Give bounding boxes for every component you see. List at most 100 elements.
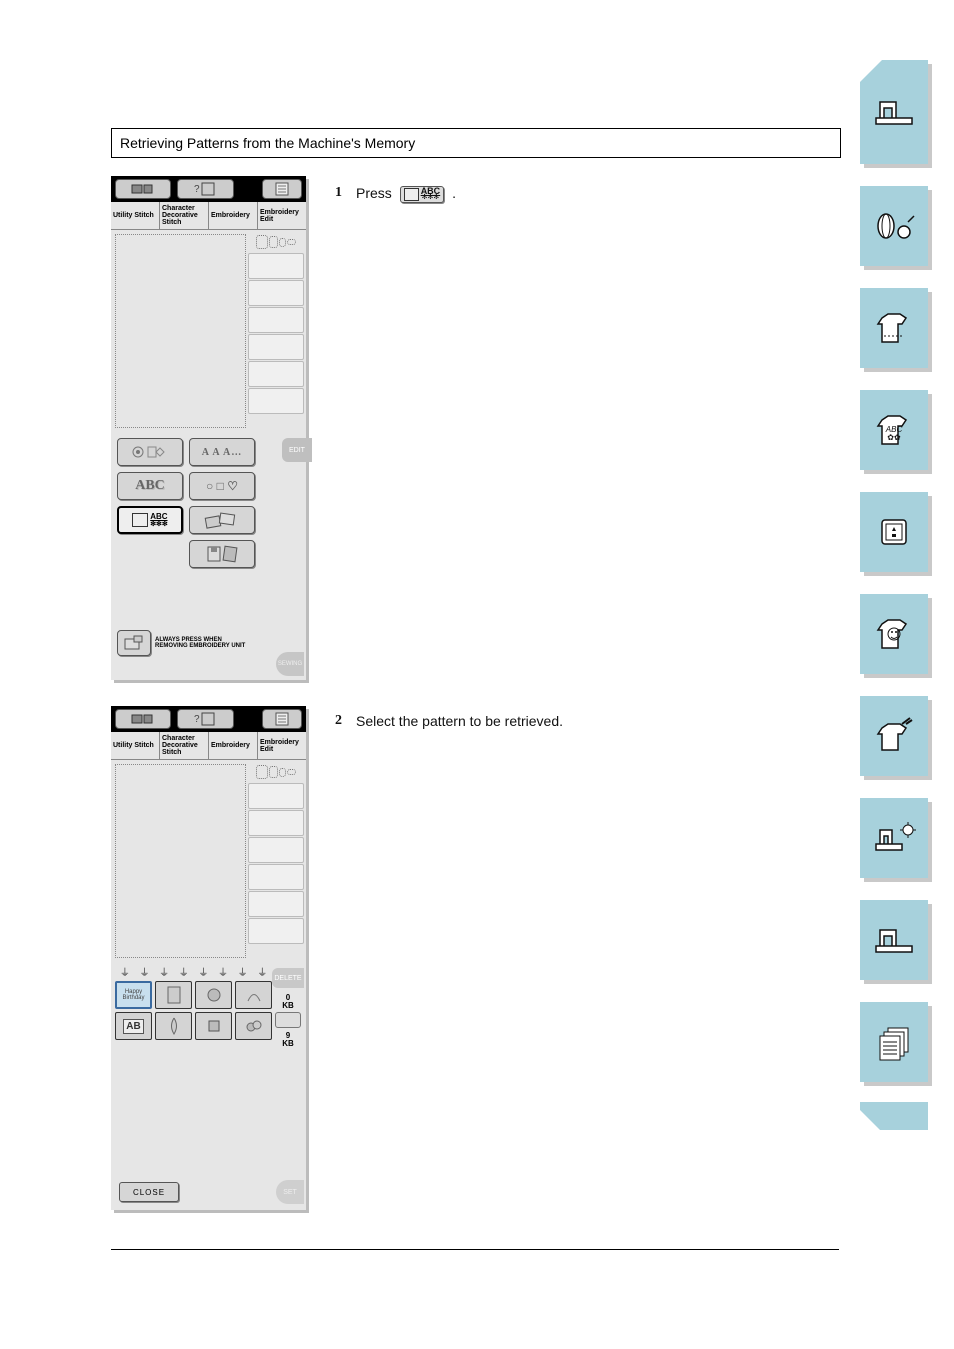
hanger-icon: ⏚ bbox=[218, 964, 228, 979]
tab-char-deco[interactable]: Character Decorative Stitch bbox=[160, 202, 209, 229]
category-abc-button[interactable]: ABC bbox=[117, 472, 183, 500]
thread-slot bbox=[248, 837, 304, 863]
tab-embroidery[interactable]: Embroidery bbox=[209, 202, 258, 229]
hanger-row: ⏚⏚ ⏚⏚ ⏚⏚ ⏚⏚ bbox=[115, 964, 272, 979]
tab-embroidery[interactable]: Embroidery bbox=[209, 732, 258, 759]
tab-char-deco[interactable]: Character Decorative Stitch bbox=[160, 732, 209, 759]
tab-embroidery-edit[interactable]: Embroidery Edit bbox=[258, 202, 306, 229]
set-button[interactable]: SET bbox=[276, 1180, 304, 1204]
page-icon bbox=[275, 712, 289, 726]
category-disk-button[interactable] bbox=[189, 540, 255, 568]
hoop-icon bbox=[269, 766, 278, 778]
category-cards-button[interactable] bbox=[189, 506, 255, 534]
hoop-selector[interactable] bbox=[248, 232, 304, 252]
category-memory-button[interactable]: ABC ✻✻✻ bbox=[117, 506, 183, 534]
preview-canvas bbox=[115, 764, 246, 958]
remove-unit-bar: ALWAYS PRESS WHEN REMOVING EMBROIDERY UN… bbox=[117, 630, 300, 656]
toolbar-btn-2[interactable]: ? bbox=[177, 179, 233, 199]
footer-rule bbox=[111, 1249, 839, 1250]
remove-unit-label: ALWAYS PRESS WHEN REMOVING EMBROIDERY UN… bbox=[155, 637, 255, 649]
chapter-tab-4[interactable]: ABC✿✿ bbox=[860, 390, 928, 470]
memory-thumb-4[interactable] bbox=[235, 981, 272, 1009]
memory-right-col: DELETE 0KB 9KB bbox=[272, 968, 304, 1048]
page-icon bbox=[275, 182, 289, 196]
pocket-icon bbox=[132, 513, 148, 527]
hoop-icon bbox=[256, 765, 268, 779]
chapter-tab-6[interactable] bbox=[860, 594, 928, 674]
chapter-tab-1[interactable] bbox=[860, 60, 928, 164]
memory-thumb-1[interactable]: Happy Birthday bbox=[115, 981, 152, 1009]
disk-icon bbox=[872, 512, 916, 552]
hanger-icon: ⏚ bbox=[159, 964, 169, 979]
svg-text:?: ? bbox=[194, 714, 200, 725]
thread-slot bbox=[248, 388, 304, 414]
memory-thumbnails: DELETE 0KB 9KB ⏚⏚ ⏚⏚ ⏚⏚ ⏚⏚ Happy Birthda… bbox=[111, 962, 306, 1044]
tab-utility-stitch[interactable]: Utility Stitch bbox=[111, 732, 160, 759]
hanger-icon: ⏚ bbox=[179, 964, 189, 979]
thumb-icon bbox=[166, 985, 182, 1005]
thread-slot bbox=[248, 334, 304, 360]
hanger-icon: ⏚ bbox=[120, 964, 130, 979]
toolbar-btn-1[interactable] bbox=[115, 179, 171, 199]
tab-embroidery-edit[interactable]: Embroidery Edit bbox=[258, 732, 306, 759]
chapter-tab-10[interactable] bbox=[860, 1002, 928, 1082]
category-floral-button[interactable] bbox=[117, 438, 183, 466]
hoop-icon bbox=[287, 239, 296, 245]
thread-slot bbox=[248, 361, 304, 387]
hanger-icon: ⏚ bbox=[238, 964, 248, 979]
toolbar-btn-3[interactable] bbox=[262, 709, 302, 729]
category-font-button[interactable]: A A A… bbox=[189, 438, 255, 466]
chapter-tab-2[interactable] bbox=[860, 186, 928, 266]
memory-thumb-8[interactable] bbox=[235, 1012, 272, 1040]
hoop-icon bbox=[279, 238, 286, 247]
decor-label: ✻✻✻ bbox=[422, 195, 440, 201]
category-shapes-button[interactable]: ○ □ ♡ bbox=[189, 472, 255, 500]
section-title: Retrieving Patterns from the Machine's M… bbox=[111, 128, 841, 158]
hanger-icon: ⏚ bbox=[257, 964, 267, 979]
chapter-tab-7[interactable] bbox=[860, 696, 928, 776]
thread-slot bbox=[248, 783, 304, 809]
delete-button[interactable]: DELETE bbox=[272, 968, 304, 988]
chapter-tab-8[interactable] bbox=[860, 798, 928, 878]
size-total: 9KB bbox=[272, 1032, 304, 1048]
thread-slot bbox=[248, 307, 304, 333]
memory-thumb-2[interactable] bbox=[155, 981, 192, 1009]
hoop-icon bbox=[269, 236, 278, 248]
presser-icon bbox=[132, 713, 154, 725]
edit-button[interactable]: EDIT bbox=[282, 438, 312, 462]
chapter-tab-5[interactable] bbox=[860, 492, 928, 572]
right-panel bbox=[248, 232, 304, 430]
floral-icon bbox=[130, 443, 170, 461]
memory-thumb-6[interactable] bbox=[155, 1012, 192, 1040]
memory-thumb-7[interactable] bbox=[195, 1012, 232, 1040]
tab-utility-stitch[interactable]: Utility Stitch bbox=[111, 202, 160, 229]
memory-thumb-3[interactable] bbox=[195, 981, 232, 1009]
memory-thumb-5[interactable]: AB bbox=[115, 1012, 152, 1040]
right-panel bbox=[248, 762, 304, 960]
help-icon: ? bbox=[194, 712, 216, 726]
pages-icon bbox=[872, 1022, 916, 1062]
chapter-tab-9[interactable] bbox=[860, 900, 928, 980]
preview-canvas bbox=[115, 234, 246, 428]
sewing-button[interactable]: SEWING bbox=[276, 652, 304, 676]
toolbar-btn-2[interactable]: ? bbox=[177, 709, 233, 729]
screen2-canvas-area bbox=[111, 760, 306, 962]
remove-unit-button[interactable] bbox=[117, 630, 151, 656]
chapter-tab-3[interactable] bbox=[860, 288, 928, 368]
thumb-icon bbox=[206, 985, 222, 1005]
screen2-tabs: Utility Stitch Character Decorative Stit… bbox=[111, 732, 306, 760]
hoop-icon bbox=[256, 235, 268, 249]
hoop-selector[interactable] bbox=[248, 762, 304, 782]
toolbar-btn-3[interactable] bbox=[262, 179, 302, 199]
memory-retrieve-button-callout: ABC ✻✻✻ bbox=[400, 186, 445, 203]
step-2: 2 Select the pattern to be retrieved. bbox=[335, 712, 815, 731]
thread-slot bbox=[248, 280, 304, 306]
thread-slot bbox=[248, 253, 304, 279]
shirt-help-icon bbox=[872, 614, 916, 654]
maintenance-icon bbox=[872, 818, 916, 858]
pocket-icon bbox=[404, 188, 419, 201]
hanger-icon: ⏚ bbox=[198, 964, 208, 979]
toolbar-btn-1[interactable] bbox=[115, 709, 171, 729]
close-button[interactable]: CLOSE bbox=[119, 1182, 179, 1202]
svg-text:?: ? bbox=[194, 184, 200, 195]
